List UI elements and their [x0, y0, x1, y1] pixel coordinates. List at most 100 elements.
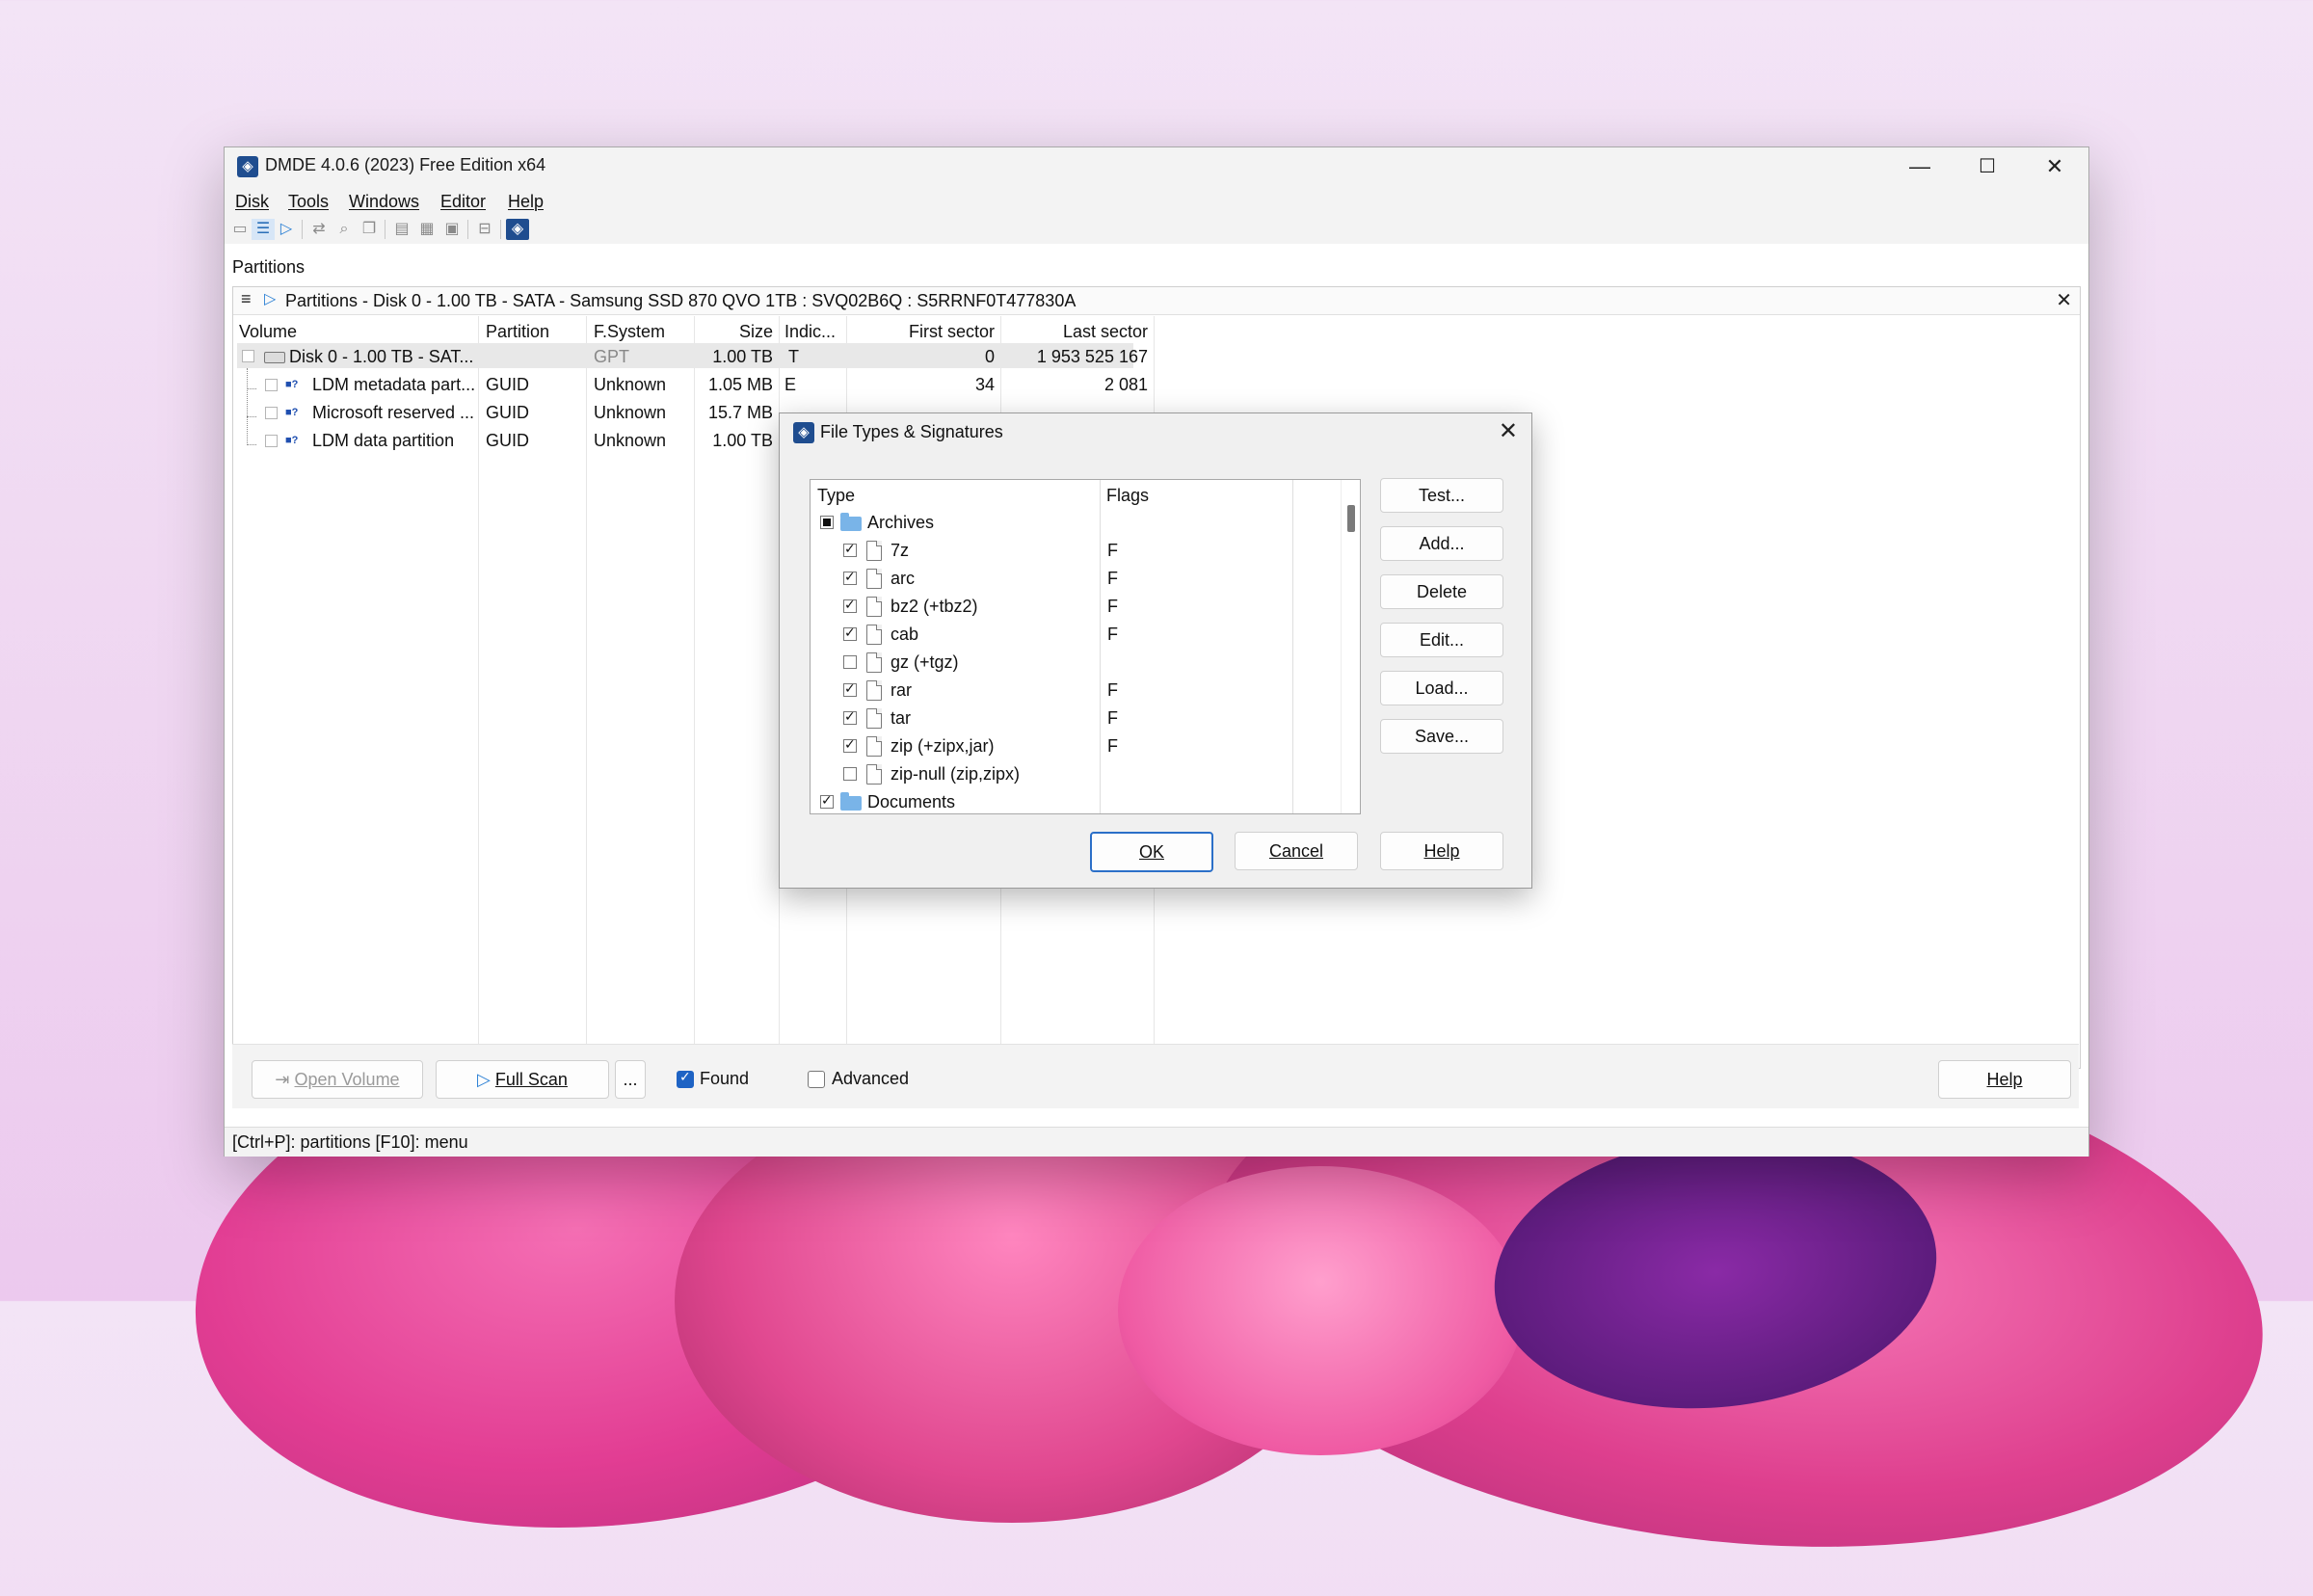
save-button[interactable]: Save... [1380, 719, 1503, 754]
volume-cell[interactable]: LDM data partition [312, 431, 454, 451]
panel-title: Partitions - Disk 0 - 1.00 TB - SATA - S… [285, 291, 1077, 310]
dialog-close-icon[interactable]: ✕ [1499, 417, 1518, 445]
column-header-type[interactable]: Type [817, 486, 855, 506]
tree-item-7z[interactable]: 7z [891, 541, 909, 561]
fs-cell: Unknown [594, 431, 667, 450]
scrollbar-thumb[interactable] [1347, 505, 1355, 532]
disk-icon[interactable]: ▭ [228, 219, 252, 240]
open-volume-button[interactable]: ⇥ Open Volume [252, 1060, 423, 1099]
edit-button[interactable]: Edit... [1380, 623, 1503, 657]
type-checkbox-rar[interactable] [843, 680, 857, 697]
tree-item-archives[interactable]: Archives [867, 513, 934, 533]
file-icon [866, 764, 882, 785]
row-checkbox[interactable] [242, 350, 254, 362]
help-button[interactable]: Help [1938, 1060, 2071, 1099]
file-icon [866, 652, 882, 673]
cancel-button[interactable]: Cancel [1235, 832, 1358, 870]
add-button[interactable]: Add... [1380, 526, 1503, 561]
close-button[interactable]: ✕ [2021, 147, 2088, 186]
column-header-last-sector[interactable]: Last sector [1000, 322, 1148, 342]
column-header-fsystem[interactable]: F.System [594, 322, 665, 342]
found-checkbox[interactable] [677, 1069, 694, 1088]
found-label[interactable]: Found [700, 1069, 749, 1089]
hex-view-icon[interactable]: ▤ [390, 219, 413, 240]
column-header-size[interactable]: Size [694, 322, 773, 342]
menu-editor[interactable]: Editor [440, 192, 486, 212]
menu-tools[interactable]: Tools [288, 192, 329, 212]
scan-options-button[interactable]: ... [615, 1060, 646, 1099]
file-icon [866, 541, 882, 561]
row-checkbox[interactable] [265, 379, 278, 391]
type-checkbox-bz2[interactable] [843, 597, 857, 613]
file-types-list[interactable]: Type Flags Archives 7z F arc F bz2 (+tbz… [810, 479, 1361, 814]
tree-item-tar[interactable]: tar [891, 708, 911, 729]
tree-item-cab[interactable]: cab [891, 625, 918, 645]
column-header-partition[interactable]: Partition [486, 322, 549, 342]
row-checkbox[interactable] [265, 407, 278, 419]
dmde-logo-icon[interactable]: ◈ [506, 219, 529, 240]
partitions-view-icon[interactable]: ☰ [252, 219, 275, 240]
tree-item-zip[interactable]: zip (+zipx,jar) [891, 736, 995, 757]
test-button[interactable]: Test... [1380, 478, 1503, 513]
column-header-indicator[interactable]: Indic... [784, 322, 836, 342]
title-bar: ◈ DMDE 4.0.6 (2023) Free Edition x64 — ☐… [225, 147, 2088, 186]
type-checkbox-gz[interactable] [843, 655, 857, 669]
fs-cell: Unknown [594, 403, 667, 422]
search-icon[interactable]: ⌕ [332, 219, 356, 240]
tree-item-gz[interactable]: gz (+tgz) [891, 652, 959, 673]
full-scan-button[interactable]: ▷ Full Scan [436, 1060, 609, 1099]
menu-help[interactable]: Help [508, 192, 544, 212]
advanced-checkbox[interactable] [808, 1071, 825, 1088]
layout-icon[interactable]: ⊟ [473, 219, 496, 240]
last-sector-cell: 2 081 [1103, 375, 1148, 394]
panel-view-icon[interactable]: ▣ [440, 219, 464, 240]
dialog-help-button[interactable]: Help [1380, 832, 1503, 870]
wallpaper-bloom [1118, 1166, 1523, 1455]
menu-windows[interactable]: Windows [349, 192, 419, 212]
tree-item-documents[interactable]: Documents [867, 792, 955, 812]
last-sector-cell: 1 953 525 167 [1036, 347, 1148, 366]
flag-cell: F [1107, 541, 1118, 560]
copy-icon[interactable]: ❐ [358, 219, 381, 240]
play-icon[interactable]: ▷ [264, 289, 276, 308]
flag-cell: F [1107, 597, 1118, 616]
open-volume-label: Open Volume [294, 1070, 400, 1089]
minimize-button[interactable]: — [1886, 147, 1954, 186]
toolbar: ▭ ☰ ▷ ⇄ ⌕ ❐ ▤ ▦ ▣ ⊟ ◈ [225, 215, 2088, 244]
volume-cell[interactable]: Disk 0 - 1.00 TB - SAT... [289, 347, 473, 367]
delete-button[interactable]: Delete [1380, 574, 1503, 609]
folder-icon [840, 513, 862, 531]
volume-icon[interactable]: ⇄ [307, 219, 331, 240]
table-view-icon[interactable]: ▦ [415, 219, 439, 240]
open-volume-icon: ⇥ [275, 1070, 295, 1089]
tree-item-zip-null[interactable]: zip-null (zip,zipx) [891, 764, 1020, 785]
volume-cell[interactable]: LDM metadata part... [312, 375, 475, 395]
tree-item-bz2[interactable]: bz2 (+tbz2) [891, 597, 978, 617]
panel-close-icon[interactable]: ✕ [2056, 288, 2072, 312]
type-checkbox-zip[interactable] [843, 736, 857, 753]
load-button[interactable]: Load... [1380, 671, 1503, 705]
column-header-first-sector[interactable]: First sector [846, 322, 995, 342]
documents-checkbox[interactable] [820, 792, 834, 809]
type-checkbox-arc[interactable] [843, 569, 857, 585]
ok-button[interactable]: OK [1090, 832, 1213, 872]
section-label-partitions: Partitions [232, 257, 306, 277]
menu-disk[interactable]: Disk [235, 192, 269, 212]
archives-checkbox[interactable] [820, 516, 834, 529]
maximize-button[interactable]: ☐ [1954, 147, 2021, 186]
column-header-volume[interactable]: Volume [239, 322, 297, 342]
type-checkbox-tar[interactable] [843, 708, 857, 725]
list-scrollbar[interactable] [1341, 480, 1360, 813]
type-checkbox-7z[interactable] [843, 541, 857, 557]
column-header-flags[interactable]: Flags [1106, 486, 1149, 506]
hamburger-icon[interactable]: ≡ [241, 289, 252, 309]
bottom-action-bar: ⇥ Open Volume ▷ Full Scan ... Found Adva… [232, 1044, 2079, 1108]
type-checkbox-zip-null[interactable] [843, 767, 857, 781]
play-icon[interactable]: ▷ [275, 219, 298, 240]
type-checkbox-cab[interactable] [843, 625, 857, 641]
volume-cell[interactable]: Microsoft reserved ... [312, 403, 474, 423]
tree-item-rar[interactable]: rar [891, 680, 912, 701]
advanced-label[interactable]: Advanced [832, 1069, 909, 1089]
tree-item-arc[interactable]: arc [891, 569, 915, 589]
row-checkbox[interactable] [265, 435, 278, 447]
